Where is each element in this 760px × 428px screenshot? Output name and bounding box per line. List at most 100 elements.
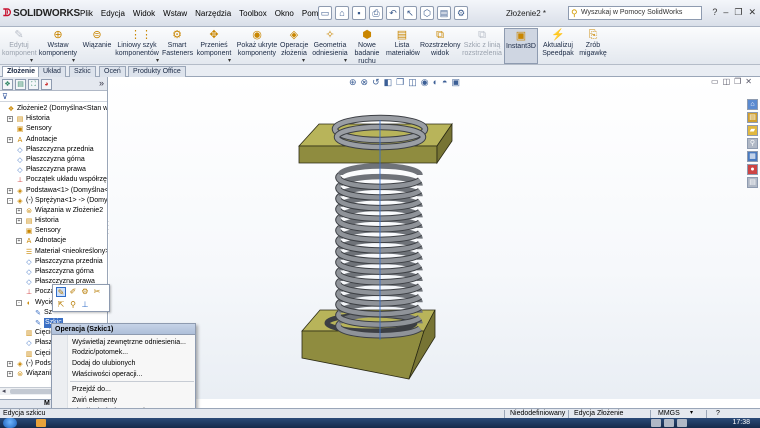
- expand-icon[interactable]: +: [7, 370, 13, 377]
- file-properties-icon[interactable]: ▤: [437, 6, 451, 20]
- edit-sketch-icon[interactable]: ✎: [56, 287, 66, 297]
- spring-assembly-model[interactable]: [109, 77, 760, 399]
- tree-node[interactable]: + ⊜ Wiązania w Złożenie2: [0, 206, 107, 216]
- expand-icon[interactable]: +: [16, 207, 22, 214]
- zoom-to-selection-icon[interactable]: ⚲: [68, 300, 78, 310]
- feature-manager-tab-icon[interactable]: ❖: [2, 79, 13, 90]
- rollback-icon[interactable]: ✂: [92, 287, 102, 297]
- tree-node[interactable]: + ◈ Podstawa<1> (Domyślna<<: [0, 186, 107, 196]
- menu-item-2[interactable]: Widok: [133, 9, 155, 18]
- file-explorer-icon[interactable]: ▰: [747, 125, 758, 136]
- tray-icon[interactable]: [664, 419, 674, 427]
- options-icon[interactable]: ⚙: [454, 6, 468, 20]
- snapshot-button[interactable]: ⎘ Zrób migawkę: [578, 28, 608, 64]
- tree-node[interactable]: + ▤ Historia: [0, 216, 107, 226]
- tree-node[interactable]: ▣ Sensory: [0, 124, 107, 134]
- search-tab-icon[interactable]: ⚲: [747, 138, 758, 149]
- tree-node[interactable]: ❖ Złożenie2 (Domyślna<Stan wyś: [0, 104, 107, 114]
- graphics-area[interactable]: ⊕ ⊗ ↺ ◧ ❒ ◫ ◉ ◐ ◓ ▣ ▭ ◫ ❐ ✕ ⌂ ▤ ▰ ⚲ ▦ ● …: [109, 77, 760, 399]
- linear-pattern-button[interactable]: ⋮⋮ Liniowy szyk komponentów: [114, 28, 160, 64]
- motion-study-button[interactable]: ⬢ Nowe badanie ruchu: [352, 28, 382, 65]
- context-menu-item[interactable]: Właściwości operacji...: [72, 370, 142, 379]
- collapse-icon[interactable]: -: [16, 299, 22, 306]
- menu-item-5[interactable]: Toolbox: [239, 9, 267, 18]
- scroll-left-icon[interactable]: ◂: [2, 387, 6, 395]
- menu-item-4[interactable]: Narzędzia: [195, 9, 231, 18]
- context-menu-item[interactable]: Dodaj do ulubionych: [72, 359, 135, 368]
- appearances-icon[interactable]: ●: [747, 164, 758, 175]
- context-menu-item[interactable]: Zwiń elementy: [72, 396, 117, 405]
- tree-filter[interactable]: ⊽: [0, 92, 107, 102]
- help-icon[interactable]: ?: [712, 7, 717, 18]
- units-dropdown-icon[interactable]: ▾: [690, 409, 693, 418]
- tray-icon[interactable]: [651, 419, 661, 427]
- tree-node[interactable]: + A Adnotacje: [0, 135, 107, 145]
- command-dropdown-icon[interactable]: ▾: [228, 57, 231, 64]
- expand-icon[interactable]: +: [7, 360, 13, 367]
- tree-node[interactable]: - ◈ (-) Sprężyna<1> -> (Domyśl: [0, 196, 107, 206]
- exploded-view-button[interactable]: ⧉ Rozstrzelony widok: [420, 28, 460, 64]
- context-menu-item[interactable]: Rodzic/potomek...: [72, 348, 128, 357]
- speedpak-button[interactable]: ⚡ Aktualizuj Speedpak: [540, 28, 576, 64]
- tree-node[interactable]: ◇ Płaszczyzna górna: [0, 267, 107, 277]
- undo-icon[interactable]: ↶: [386, 6, 400, 20]
- edit-feature-icon[interactable]: ✐: [68, 287, 78, 297]
- tree-node[interactable]: ▣ Sensory: [0, 226, 107, 236]
- design-library-icon[interactable]: ▤: [747, 112, 758, 123]
- bom-button[interactable]: ▤ Lista materiałów: [386, 28, 420, 64]
- custom-properties-icon[interactable]: ▤: [747, 177, 758, 188]
- help-search-input[interactable]: ⚲ Wyszukaj w Pomocy SolidWorks: [568, 6, 702, 20]
- command-dropdown-icon[interactable]: ▾: [344, 57, 347, 64]
- configuration-manager-tab-icon[interactable]: ⛶: [28, 79, 39, 90]
- mate-button[interactable]: ⊜ Wiązanie: [82, 28, 112, 64]
- normal-to-icon[interactable]: ⇱: [56, 300, 66, 310]
- bottom-plate-front-face[interactable]: [301, 330, 425, 380]
- tree-node[interactable]: ◇ Płaszczyzna górna: [0, 155, 107, 165]
- explorer-task-icon[interactable]: [36, 419, 46, 427]
- command-dropdown-icon[interactable]: ▾: [156, 57, 159, 64]
- rebuild-icon[interactable]: ⬡: [420, 6, 434, 20]
- tree-node[interactable]: ◇ Płaszczyzna przednia: [0, 257, 107, 267]
- status-units[interactable]: MMGS: [658, 409, 680, 418]
- save-icon[interactable]: ▪: [352, 6, 366, 20]
- tab-1[interactable]: Układ: [38, 66, 66, 77]
- hide-icon[interactable]: ⊥: [80, 300, 90, 310]
- context-menu-item[interactable]: Wyświetlaj zewnętrzne odniesienia...: [72, 338, 186, 347]
- menu-item-3[interactable]: Wstaw: [163, 9, 187, 18]
- context-menu-item[interactable]: Przejdź do...: [72, 385, 111, 394]
- instant3d-button[interactable]: ▣ Instant3D: [504, 28, 538, 64]
- tree-node[interactable]: ◇ Płaszczyzna prawa: [0, 165, 107, 175]
- command-dropdown-icon[interactable]: ▾: [72, 57, 75, 64]
- tree-node[interactable]: + A Adnotacje: [0, 236, 107, 246]
- new-document-icon[interactable]: ▭: [318, 6, 332, 20]
- expand-icon[interactable]: +: [16, 218, 22, 225]
- property-manager-tab-icon[interactable]: ▤: [15, 79, 26, 90]
- menu-item-0[interactable]: Plik: [80, 9, 93, 18]
- display-manager-tab-icon[interactable]: ◕: [41, 79, 52, 90]
- tab-3[interactable]: Oceń: [99, 66, 126, 77]
- collapse-icon[interactable]: -: [7, 197, 13, 204]
- show-hidden-button[interactable]: ◉ Pokaż ukryte komponenty: [236, 28, 278, 64]
- explode-line-sketch-button[interactable]: ⧉ Szkic z linią rozstrzelenia: [462, 28, 502, 64]
- tree-node[interactable]: ⊥ Początek układu współrzędn: [0, 175, 107, 185]
- tree-node[interactable]: ◇ Płaszczyzna przednia: [0, 145, 107, 155]
- expand-icon[interactable]: +: [7, 116, 13, 123]
- print-icon[interactable]: ⎙: [369, 6, 383, 20]
- smart-fasteners-button[interactable]: ⚙ Smart Fasteners: [162, 28, 193, 64]
- open-icon[interactable]: ⌂: [335, 6, 349, 20]
- resources-icon[interactable]: ⌂: [747, 99, 758, 110]
- restore-icon[interactable]: ❐: [734, 7, 742, 18]
- tree-node[interactable]: + ▤ Historia: [0, 114, 107, 124]
- status-help[interactable]: ?: [716, 409, 720, 418]
- start-button-icon[interactable]: [3, 418, 17, 428]
- tab-4[interactable]: Produkty Office: [128, 66, 186, 77]
- minimize-icon[interactable]: ‒: [723, 7, 728, 18]
- expand-icon[interactable]: +: [7, 136, 13, 143]
- suppress-icon[interactable]: ⚙: [80, 287, 90, 297]
- expand-icon[interactable]: +: [16, 238, 22, 245]
- command-dropdown-icon[interactable]: ▾: [30, 57, 33, 64]
- tray-icon[interactable]: [677, 419, 687, 427]
- tab-2[interactable]: Szkic: [69, 66, 96, 77]
- expand-panel-icon[interactable]: »: [99, 78, 104, 88]
- menu-item-1[interactable]: Edycja: [101, 9, 125, 18]
